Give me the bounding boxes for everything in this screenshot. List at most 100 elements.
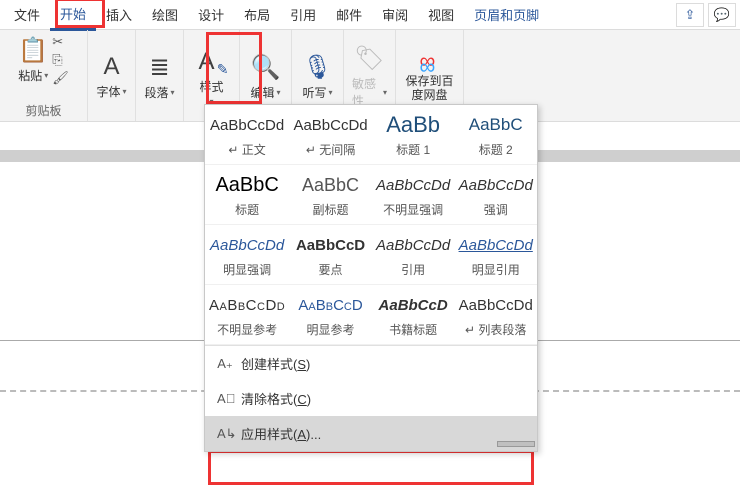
style-caption: 标题 2 [458,141,533,158]
tab-draw[interactable]: 绘图 [142,0,188,29]
panel-scrollbar[interactable] [497,441,535,447]
style-cell[interactable]: AaBbCcDd ↵ 无间隔 [289,105,372,165]
styles-menu: A₊ 创建样式(S) A⃠ 清除格式(C) A↳ 应用样式(A)... [205,345,537,451]
styles-icon: A✎ [199,48,225,76]
paste-button[interactable]: 📋 粘贴▾ [18,34,48,86]
tab-view[interactable]: 视图 [418,0,464,29]
style-caption: ↵ 列表段落 [458,321,533,338]
style-caption: 要点 [293,261,368,278]
paragraph-icon: ≣ [149,53,169,82]
style-caption: 书籍标题 [376,321,451,338]
style-caption: 强调 [458,201,533,218]
style-cell[interactable]: AaBbCcDd 引用 [372,225,455,285]
style-cell[interactable]: AaBbC 标题 2 [454,105,537,165]
style-caption: 明显引用 [458,261,533,278]
style-caption: 标题 [209,201,285,218]
clear-format-item[interactable]: A⃠ 清除格式(C) [205,381,537,416]
tab-layout[interactable]: 布局 [234,0,280,29]
style-preview: AaBb [376,113,451,137]
menu-bar: 文件 开始 插入 绘图 设计 布局 引用 邮件 审阅 视图 页眉和页脚 ⇪ 💬 [0,0,740,30]
clear-format-label: 清除格式 [241,392,293,407]
tab-insert[interactable]: 插入 [96,0,142,29]
style-caption: ↵ 无间隔 [293,141,368,158]
style-caption: 标题 1 [376,141,451,158]
style-preview: AaBbC [209,173,285,197]
search-icon: 🔍 [251,53,281,82]
tab-design[interactable]: 设计 [188,0,234,29]
microphone-icon: 🎙 [302,53,332,82]
style-cell[interactable]: AaBbCcDd 不明显强调 [372,165,455,225]
style-preview: AaBbCcDd [376,173,451,197]
style-caption: ↵ 正文 [209,141,285,158]
styles-label: 样式 [199,78,223,95]
style-preview: AaBbCcDd [209,293,285,317]
apply-style-item[interactable]: A↳ 应用样式(A)... [205,416,537,451]
style-cell[interactable]: AaBbCcD明显参考 [289,285,372,345]
style-cell[interactable]: AaBbCcDd 明显强调 [205,225,289,285]
apply-style-dots: ... [310,427,321,442]
style-cell[interactable]: AaBbCcDd 明显引用 [454,225,537,285]
style-cell[interactable]: AaBbCcD 书籍标题 [372,285,455,345]
style-cell[interactable]: AaBbC 副标题 [289,165,372,225]
tab-home[interactable]: 开始 [50,0,96,31]
group-paragraph[interactable]: ≣ 段落▾ [136,30,184,121]
style-preview: AaBbC [458,113,533,137]
apply-style-icon: A↳ [217,426,233,442]
style-preview: AaBbCcD [376,293,451,317]
style-preview: AaBbCcD [293,293,368,317]
sensitivity-icon: 🏷 [354,44,384,73]
style-cell[interactable]: AaBbCcD 要点 [289,225,372,285]
apply-style-key: A [297,427,306,442]
clipboard-group-label: 剪贴板 [25,102,61,119]
tab-review[interactable]: 审阅 [372,0,418,29]
comment-icon: 💬 [714,7,730,23]
style-preview: AaBbCcDd [209,113,285,137]
create-style-item[interactable]: A₊ 创建样式(S) [205,346,537,381]
style-cell[interactable]: AaBbCcDd ↵ 正文 [205,105,289,165]
font-label: 字体 [96,83,120,100]
paragraph-label: 段落 [144,84,168,101]
style-preview: AaBbCcDd [458,173,533,197]
format-painter-icon[interactable]: 🖌 [52,70,69,86]
style-cell[interactable]: AaBb 标题 1 [372,105,455,165]
copy-icon[interactable]: ⎘ [52,52,69,68]
dictate-label: 听写 [302,84,326,101]
style-caption: 明显强调 [209,261,285,278]
cut-icon[interactable]: ✂ [52,34,69,50]
style-preview: AaBbCcDd [458,293,533,317]
baidu-icon [419,51,441,73]
styles-dropdown: AaBbCcDd ↵ 正文 AaBbCcDd ↵ 无间隔 AaBb 标题 1 AaBbC 标题… [204,104,538,452]
style-preview: AaBbCcDd [209,233,285,257]
comments-button[interactable]: 💬 [708,3,736,27]
tab-mailings[interactable]: 邮件 [326,0,372,29]
tab-file[interactable]: 文件 [4,0,50,29]
style-preview: AaBbCcDd [376,233,451,257]
editing-label: 编辑 [250,84,274,101]
apply-style-label: 应用样式 [241,427,293,442]
style-cell[interactable]: AaBbC 标题 [205,165,289,225]
style-preview: AaBbCcDd [458,233,533,257]
clipboard-side: ✂ ⎘ 🖌 [52,34,69,86]
style-preview: AaBbCcD [293,233,368,257]
share-icon: ⇪ [685,7,696,23]
tab-references[interactable]: 引用 [280,0,326,29]
style-cell[interactable]: AaBbCcDd 不明显参考 [205,285,289,345]
group-clipboard: 📋 粘贴▾ ✂ ⎘ 🖌 剪贴板 [0,30,88,121]
style-caption: 副标题 [293,201,368,218]
paste-label: 粘贴 [18,67,42,84]
tab-header-footer[interactable]: 页眉和页脚 [464,0,549,29]
style-preview: AaBbC [293,173,368,197]
style-caption: 引用 [376,261,451,278]
create-style-icon: A₊ [217,356,233,372]
share-button[interactable]: ⇪ [676,3,704,27]
group-font[interactable]: A 字体▾ [88,30,136,121]
style-cell[interactable]: AaBbCcDd ↵ 列表段落 [454,285,537,345]
style-cell[interactable]: AaBbCcDd 强调 [454,165,537,225]
create-style-label: 创建样式 [241,357,293,372]
font-icon: A [103,53,119,81]
clear-format-icon: A⃠ [217,391,233,406]
style-caption: 不明显强调 [376,201,451,218]
style-preview: AaBbCcDd [293,113,368,137]
style-caption: 不明显参考 [209,321,285,338]
clipboard-icon: 📋 [18,36,48,65]
